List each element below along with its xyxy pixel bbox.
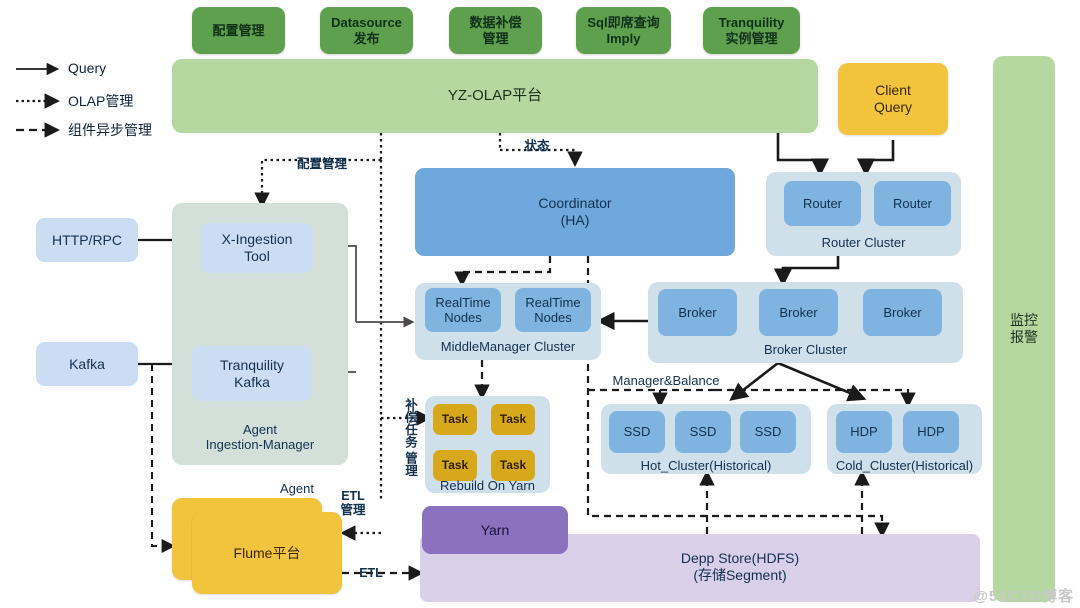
hot-ssd-3: SSD — [740, 411, 796, 453]
edge-label-compensation: 补偿任务 管理 — [403, 398, 417, 477]
watermark: @51CTO博客 — [973, 588, 1074, 605]
edge-label-etl: ETL — [359, 566, 383, 580]
edge-label-status: 状态 — [524, 139, 550, 153]
rebuild-task-1: Task — [433, 404, 477, 435]
realtime-node-2: RealTime Nodes — [515, 288, 591, 332]
edge-label-etl-management: ETL 管理 — [340, 489, 366, 517]
tranquility-kafka: Tranquility Kafka — [192, 346, 312, 401]
client-query: Client Query — [838, 63, 948, 135]
realtime-node-1: RealTime Nodes — [425, 288, 501, 332]
source-http-rpc: HTTP/RPC — [36, 218, 138, 262]
rebuild-task-4: Task — [491, 450, 535, 481]
flume-platform: Flume平台 — [192, 512, 342, 594]
router-node-1: Router — [784, 181, 861, 226]
source-kafka: Kafka — [36, 342, 138, 386]
rebuild-on-yarn-caption: Rebuild On Yarn — [440, 478, 535, 493]
coordinator-ha: Coordinator (HA) — [415, 168, 735, 256]
module-config-management[interactable]: 配置管理 — [192, 7, 285, 54]
rebuild-task-3: Task — [433, 450, 477, 481]
middlemanager-cluster-caption: MiddleManager Cluster — [440, 339, 576, 354]
module-data-compensation[interactable]: 数据补偿 管理 — [449, 7, 542, 54]
legend-label-async: 组件异步管理 — [68, 122, 152, 138]
agent-ingestion-manager-caption: Agent Ingestion-Manager — [205, 422, 315, 452]
hot-ssd-1: SSD — [609, 411, 665, 453]
broker-node-1: Broker — [658, 289, 737, 336]
broker-node-2: Broker — [759, 289, 838, 336]
hot-cluster-caption: Hot_Cluster(Historical) — [640, 458, 772, 473]
module-sql-adhoc-query[interactable]: Sql即席查询 Imply — [576, 7, 671, 54]
edge-label-manager-balance: Manager&Balance — [612, 373, 720, 388]
module-datasource-publish[interactable]: Datasource 发布 — [320, 7, 413, 54]
router-cluster-caption: Router Cluster — [821, 235, 906, 250]
yz-olap-platform: YZ-OLAP平台 — [172, 59, 818, 133]
broker-cluster-caption: Broker Cluster — [763, 342, 848, 357]
module-tranquility-instance[interactable]: Tranquility 实例管理 — [703, 7, 800, 54]
cold-hdp-2: HDP — [903, 411, 959, 453]
monitoring-alert-panel: 监控 报警 — [993, 56, 1055, 602]
legend-label-query: Query — [68, 60, 107, 76]
architecture-diagram: Query OLAP管理 组件异步管理 配置管理 Datasource 发布 数… — [0, 0, 1080, 608]
edge-label-config-management: 配置管理 — [296, 157, 347, 171]
yarn: Yarn — [422, 506, 568, 554]
hot-ssd-2: SSD — [675, 411, 731, 453]
x-ingestion-tool: X-Ingestion Tool — [201, 223, 313, 273]
cold-cluster-caption: Cold_Cluster(Historical) — [835, 458, 974, 473]
cold-hdp-1: HDP — [836, 411, 892, 453]
router-node-2: Router — [874, 181, 951, 226]
deep-store-label: Depp Store(HDFS) (存储Segment) — [680, 550, 800, 583]
flume-agent-badge: Agent — [280, 481, 314, 496]
rebuild-task-2: Task — [491, 404, 535, 435]
legend-label-olap: OLAP管理 — [68, 93, 134, 109]
broker-node-3: Broker — [863, 289, 942, 336]
